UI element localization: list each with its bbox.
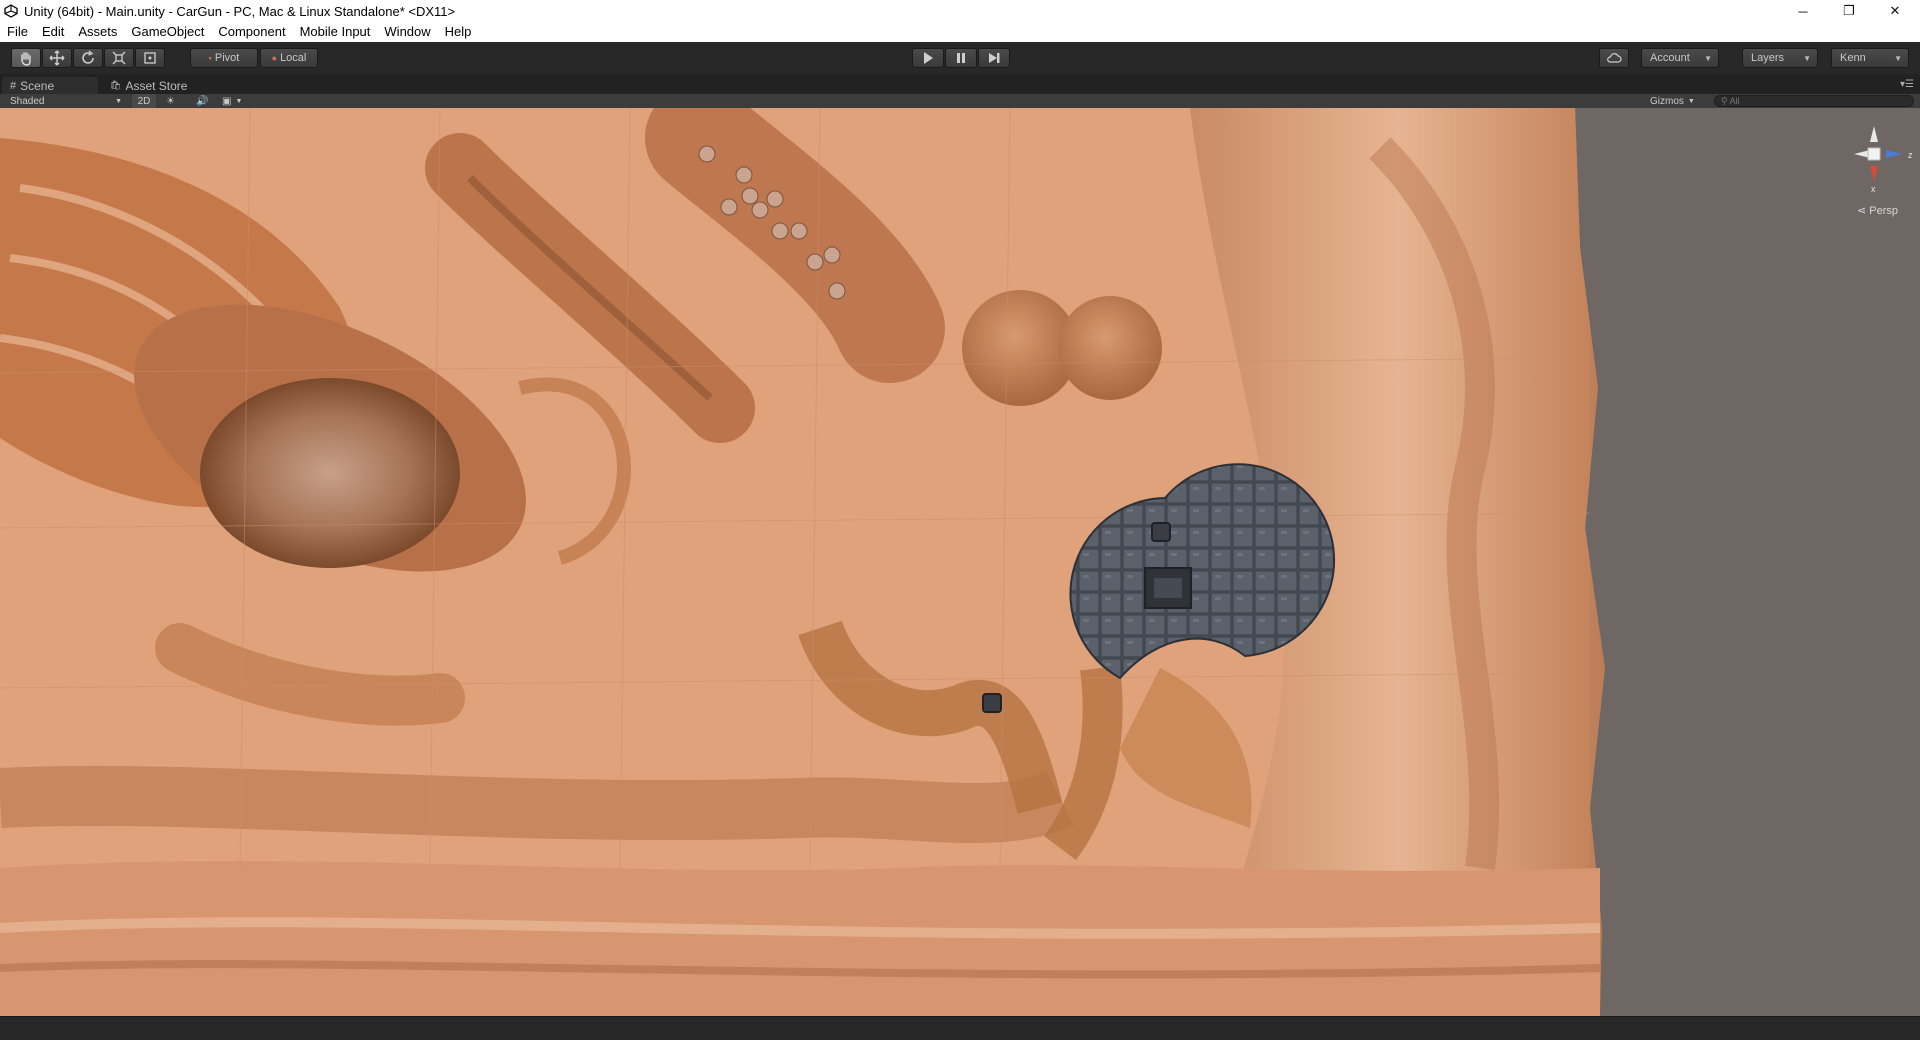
search-placeholder: All (1729, 96, 1740, 106)
menu-window[interactable]: Window (377, 22, 437, 42)
scene-control-bar: Shaded ▼ 2D ☀ 🔊 ▣ ▼ Gizmos ▼ ⚲ All (0, 94, 1920, 108)
rotate-tool-button[interactable] (73, 48, 103, 68)
rect-tool-button[interactable] (135, 48, 165, 68)
tab-scene[interactable]: # Scene (2, 77, 98, 94)
menu-assets[interactable]: Assets (71, 22, 124, 42)
lighting-toggle-button[interactable]: ☀ (166, 94, 182, 108)
perspective-icon: ⋖ (1856, 205, 1867, 217)
local-label: Local (280, 52, 307, 64)
layout-dropdown[interactable]: Kenn ▼ (1831, 48, 1909, 68)
step-icon (989, 53, 1000, 63)
audio-toggle-button[interactable]: 🔊 (196, 94, 212, 108)
vehicle-object (982, 693, 1002, 713)
grid-icon: # (10, 79, 17, 92)
2d-label: 2D (137, 95, 151, 107)
speaker-icon: 🔊 (196, 95, 209, 107)
unity-logo-icon (0, 0, 22, 22)
window-title: Unity (64bit) - Main.unity - CarGun - PC… (24, 3, 456, 19)
scale-icon (112, 51, 126, 65)
local-toggle-button[interactable]: ● Local (260, 48, 318, 68)
account-label: Account (1650, 52, 1690, 64)
gizmo-x-label: x (1871, 184, 1876, 194)
play-button[interactable] (912, 48, 944, 68)
tab-asset-store[interactable]: 🛍 Asset Store (102, 77, 202, 94)
image-icon: ▣ (222, 95, 232, 107)
projection-label: Persp (1869, 205, 1898, 217)
gizmos-dropdown[interactable]: Gizmos ▼ (1650, 94, 1702, 108)
chevron-down-icon: ▼ (1687, 97, 1695, 105)
shading-mode-label: Shaded (10, 95, 45, 107)
tab-scene-label: Scene (20, 78, 55, 93)
terrain-render (0, 108, 1920, 1016)
cloud-button[interactable] (1599, 48, 1629, 68)
view-tab-strip: # Scene 🛍 Asset Store ▾☰ (0, 74, 1920, 94)
scene-viewport[interactable]: z x ⋖ Persp (0, 108, 1920, 1016)
cloud-icon (1607, 53, 1622, 63)
pause-icon (957, 53, 965, 63)
effects-dropdown[interactable]: ▣ ▼ (222, 94, 250, 108)
2d-toggle-button[interactable]: 2D (132, 94, 156, 108)
menu-edit[interactable]: Edit (35, 22, 71, 42)
menu-component[interactable]: Component (211, 22, 292, 42)
shading-mode-dropdown[interactable]: Shaded ▼ (10, 94, 122, 108)
play-icon (924, 52, 933, 64)
gizmos-label: Gizmos (1650, 95, 1684, 107)
layout-label: Kenn (1840, 52, 1866, 64)
projection-toggle[interactable]: ⋖ Persp (1857, 204, 1898, 217)
chevron-down-icon: ▼ (115, 97, 122, 105)
menu-file[interactable]: File (0, 22, 35, 42)
menu-help[interactable]: Help (438, 22, 479, 42)
menu-gameobject[interactable]: GameObject (124, 22, 211, 42)
pivot-label: Pivot (214, 52, 240, 64)
account-dropdown[interactable]: Account ▼ (1641, 48, 1719, 68)
menu-mobile-input[interactable]: Mobile Input (293, 22, 378, 42)
local-icon: ● (271, 53, 278, 63)
pivot-icon: ▪ (208, 53, 212, 63)
minimize-button[interactable]: ─ (1780, 0, 1826, 22)
sun-icon: ☀ (166, 95, 175, 107)
vehicle-object (1151, 522, 1171, 542)
chevron-down-icon: ▼ (1894, 53, 1902, 63)
move-icon (49, 50, 65, 66)
search-icon: ⚲ (1721, 95, 1728, 106)
main-toolbar: ▪ Pivot ● Local Account ▼ Layers ▼ Kenn … (0, 42, 1920, 74)
tab-menu-icon[interactable]: ▾☰ (1900, 79, 1914, 90)
title-bar: Unity (64bit) - Main.unity - CarGun - PC… (0, 0, 1920, 22)
layers-label: Layers (1751, 52, 1785, 64)
bag-icon: 🛍 (110, 80, 122, 90)
gizmo-z-label: z (1908, 150, 1913, 160)
layers-dropdown[interactable]: Layers ▼ (1742, 48, 1818, 68)
hierarchy-search-input[interactable]: ⚲ All (1714, 95, 1914, 107)
menu-bar: File Edit Assets GameObject Component Mo… (0, 22, 1920, 42)
hand-tool-button[interactable] (11, 48, 41, 68)
pivot-toggle-button[interactable]: ▪ Pivot (190, 48, 258, 68)
step-button[interactable] (978, 48, 1010, 68)
rotate-icon (82, 50, 94, 64)
scale-tool-button[interactable] (104, 48, 134, 68)
rect-icon (144, 52, 156, 64)
tab-asset-store-label: Asset Store (125, 78, 188, 93)
pause-button[interactable] (945, 48, 977, 68)
chevron-down-icon: ▼ (1704, 53, 1712, 63)
hand-icon (21, 52, 31, 66)
chevron-down-icon: ▼ (1803, 53, 1811, 63)
maximize-button[interactable]: ❐ (1826, 0, 1872, 22)
close-button[interactable]: ✕ (1872, 0, 1918, 22)
status-bar (0, 1016, 1920, 1040)
chevron-down-icon: ▼ (235, 97, 243, 105)
move-tool-button[interactable] (42, 48, 72, 68)
